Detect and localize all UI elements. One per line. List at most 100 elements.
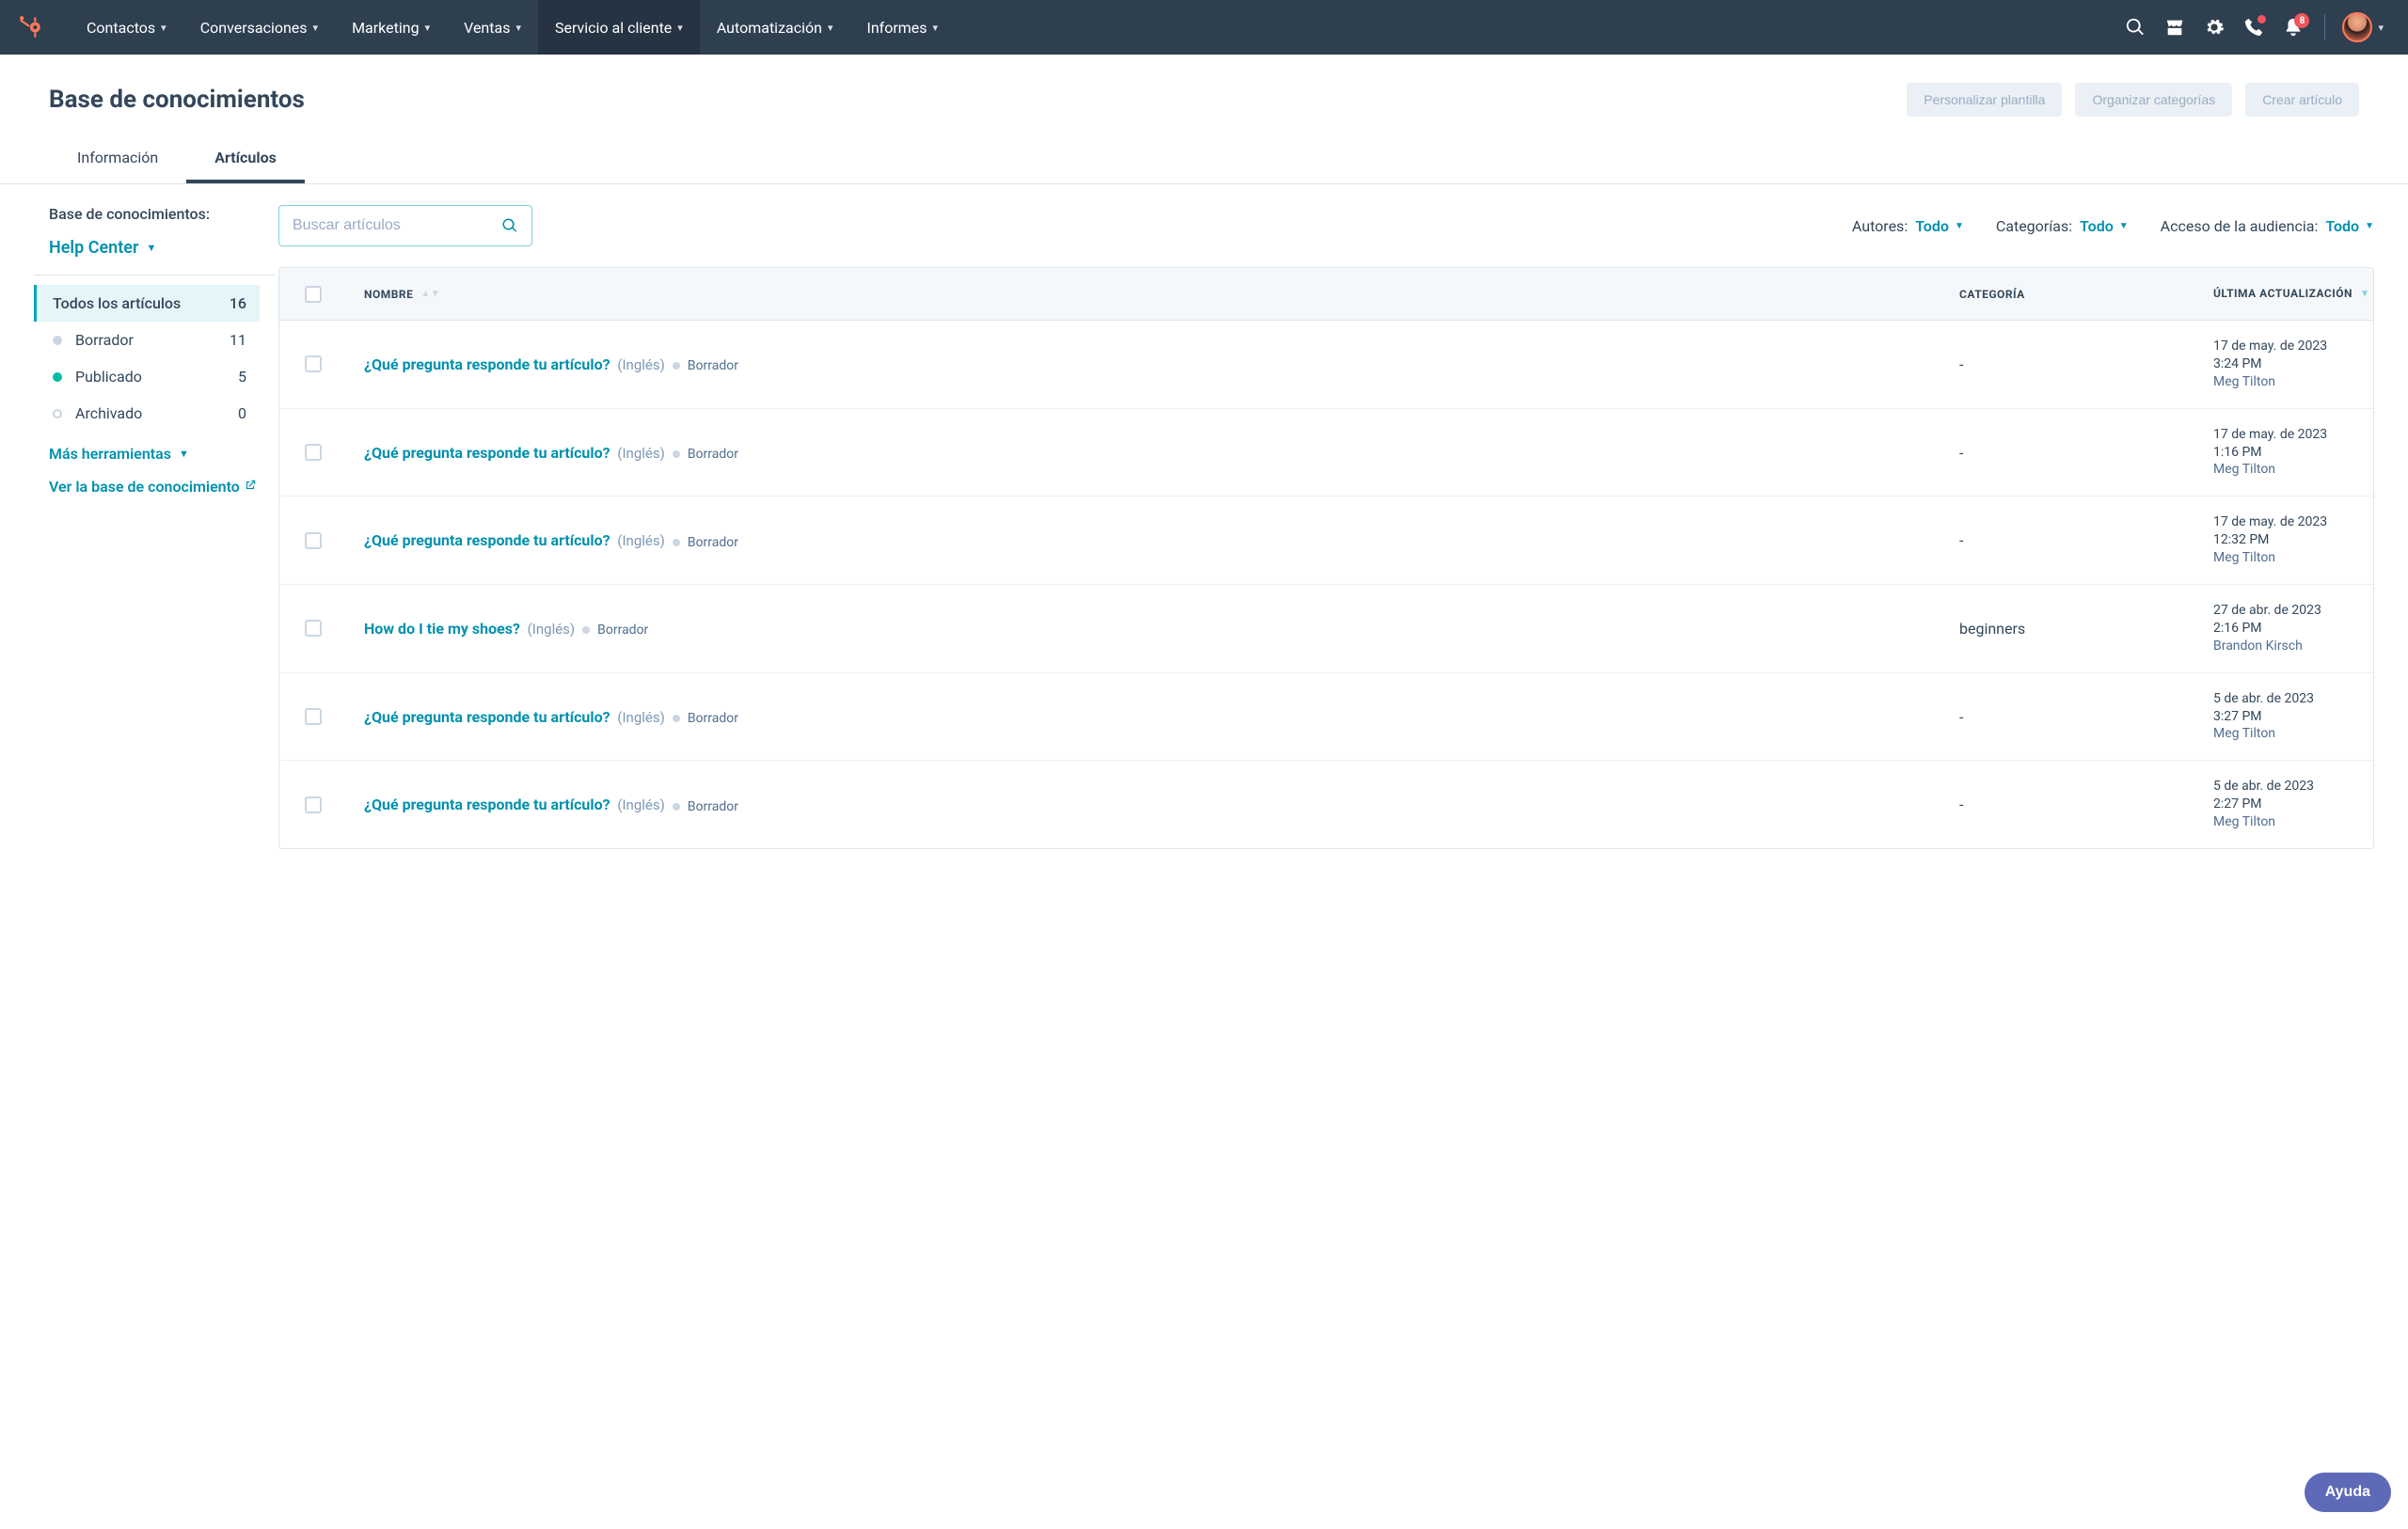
article-title-link[interactable]: ¿Qué pregunta responde tu artículo?: [364, 444, 610, 462]
article-title-link[interactable]: ¿Qué pregunta responde tu artículo?: [364, 708, 610, 726]
settings-icon[interactable]: [2194, 8, 2234, 47]
row-checkbox[interactable]: [305, 532, 322, 549]
chevron-down-icon: ▾: [515, 22, 521, 34]
nav-informes[interactable]: Informes▾: [849, 0, 955, 55]
table-row: ¿Qué pregunta responde tu artículo? (Ing…: [279, 497, 2373, 585]
chevron-down-icon: ▾: [677, 22, 683, 34]
article-updated: 5 de abr. de 20232:27 PMMeg Tilton: [2213, 778, 2373, 831]
article-category: beginners: [1959, 620, 2213, 638]
article-language: (Inglés): [614, 356, 665, 373]
filter-audience[interactable]: Acceso de la audiencia: Todo▼: [2161, 217, 2374, 235]
article-updated: 17 de may. de 20233:24 PMMeg Tilton: [2213, 338, 2373, 391]
nav-marketing[interactable]: Marketing▾: [335, 0, 447, 55]
view-kb-link[interactable]: Ver la base de conocimiento: [49, 476, 260, 498]
sidebar: Base de conocimientos: Help Center ▼ Tod…: [34, 205, 278, 849]
nav-servicio-al-cliente[interactable]: Servicio al cliente▾: [538, 0, 700, 55]
search-icon: [501, 217, 518, 234]
calls-icon[interactable]: [2234, 8, 2273, 47]
sidebar-item-todos-los-artículos[interactable]: Todos los artículos16: [34, 285, 260, 322]
kb-label: Base de conocimientos:: [49, 205, 260, 223]
tab-información[interactable]: Información: [49, 135, 186, 183]
article-status: Borrador: [673, 535, 738, 550]
customize-template-button[interactable]: Personalizar plantilla: [1907, 83, 2062, 117]
article-status: Borrador: [673, 447, 738, 462]
nav-conversaciones[interactable]: Conversaciones▾: [183, 0, 335, 55]
article-updated: 17 de may. de 202312:32 PMMeg Tilton: [2213, 513, 2373, 567]
account-menu[interactable]: ▾: [2337, 8, 2389, 47]
more-tools-link[interactable]: Más herramientas ▼: [49, 445, 260, 463]
row-checkbox[interactable]: [305, 796, 322, 813]
caret-down-icon: ▼: [1955, 221, 1964, 231]
external-link-icon: [244, 479, 257, 492]
article-title-link[interactable]: ¿Qué pregunta responde tu artículo?: [364, 531, 610, 549]
sidebar-status-list: Todos los artículos16Borrador11Publicado…: [34, 285, 260, 432]
article-title-link[interactable]: ¿Qué pregunta responde tu artículo?: [364, 796, 610, 813]
filter-categories[interactable]: Categorías: Todo▼: [1996, 217, 2129, 235]
search-input[interactable]: [293, 217, 501, 234]
divider: [2324, 14, 2325, 40]
kb-selected-name: Help Center: [49, 238, 138, 258]
notifications-icon[interactable]: 8: [2273, 8, 2313, 47]
article-category: -: [1959, 355, 2213, 373]
search-articles[interactable]: [278, 205, 532, 246]
sidebar-item-borrador[interactable]: Borrador11: [34, 322, 260, 358]
calls-badge: [2258, 15, 2266, 24]
article-updated: 17 de may. de 20231:16 PMMeg Tilton: [2213, 426, 2373, 480]
marketplace-icon[interactable]: [2155, 8, 2194, 47]
article-updated: 5 de abr. de 20233:27 PMMeg Tilton: [2213, 690, 2373, 744]
chevron-down-icon: ▾: [161, 22, 166, 34]
nav-automatización[interactable]: Automatización▾: [700, 0, 850, 55]
row-checkbox[interactable]: [305, 444, 322, 461]
organize-categories-button[interactable]: Organizar categorías: [2075, 83, 2232, 117]
table-row: ¿Qué pregunta responde tu artículo? (Ing…: [279, 761, 2373, 848]
article-updated: 27 de abr. de 20232:16 PMBrandon Kirsch: [2213, 602, 2373, 655]
tab-artículos[interactable]: Artículos: [186, 135, 305, 183]
article-category: -: [1959, 444, 2213, 462]
table-row: How do I tie my shoes? (Inglés)Borradorb…: [279, 585, 2373, 673]
nav-contactos[interactable]: Contactos▾: [70, 0, 183, 55]
header-updated[interactable]: Última actualización ▼: [2213, 287, 2373, 300]
status-dot: [53, 372, 62, 382]
table-row: ¿Qué pregunta responde tu artículo? (Ing…: [279, 673, 2373, 762]
top-nav: Contactos▾Conversaciones▾Marketing▾Venta…: [0, 0, 2408, 55]
avatar: [2342, 12, 2372, 42]
article-title-link[interactable]: ¿Qué pregunta responde tu artículo?: [364, 355, 610, 373]
nav-ventas[interactable]: Ventas▾: [447, 0, 538, 55]
caret-down-icon: ▼: [179, 448, 189, 460]
sort-icon: ▲▼: [420, 289, 440, 299]
article-title-link[interactable]: How do I tie my shoes?: [364, 620, 520, 638]
status-dot: [53, 409, 62, 418]
hubspot-logo[interactable]: [19, 15, 43, 39]
chevron-down-icon: ▾: [425, 22, 431, 34]
create-article-button[interactable]: Crear artículo: [2245, 83, 2359, 117]
caret-down-icon: ▼: [2365, 221, 2374, 231]
sort-desc-icon: ▼: [2360, 289, 2369, 299]
header-name[interactable]: Nombre ▲▼: [347, 288, 1959, 301]
articles-table: Nombre ▲▼ Categoría Última actualización…: [278, 267, 2374, 849]
page-header: Base de conocimientos Personalizar plant…: [0, 55, 2408, 184]
row-checkbox[interactable]: [305, 355, 322, 372]
sidebar-item-archivado[interactable]: Archivado0: [34, 395, 260, 432]
filter-authors[interactable]: Autores: Todo▼: [1852, 217, 1964, 235]
article-status: Borrador: [582, 623, 648, 638]
kb-selector[interactable]: Help Center ▼: [49, 238, 260, 258]
help-button[interactable]: Ayuda: [2305, 1473, 2391, 1512]
row-checkbox[interactable]: [305, 620, 322, 637]
status-dot: [53, 336, 62, 345]
search-icon[interactable]: [2115, 8, 2155, 47]
page-title: Base de conocimientos: [49, 86, 305, 114]
row-checkbox[interactable]: [305, 708, 322, 725]
article-language: (Inglés): [614, 532, 665, 549]
article-language: (Inglés): [614, 709, 665, 726]
article-language: (Inglés): [614, 796, 665, 813]
article-category: -: [1959, 796, 2213, 813]
chevron-down-icon: ▾: [933, 22, 939, 34]
article-category: -: [1959, 708, 2213, 726]
select-all-checkbox[interactable]: [305, 286, 322, 303]
chevron-down-icon: ▾: [313, 22, 319, 34]
article-language: (Inglés): [614, 445, 665, 462]
table-row: ¿Qué pregunta responde tu artículo? (Ing…: [279, 409, 2373, 497]
main-content: Autores: Todo▼ Categorías: Todo▼ Acceso …: [278, 205, 2374, 849]
main-menu: Contactos▾Conversaciones▾Marketing▾Venta…: [70, 0, 955, 55]
sidebar-item-publicado[interactable]: Publicado5: [34, 358, 260, 395]
